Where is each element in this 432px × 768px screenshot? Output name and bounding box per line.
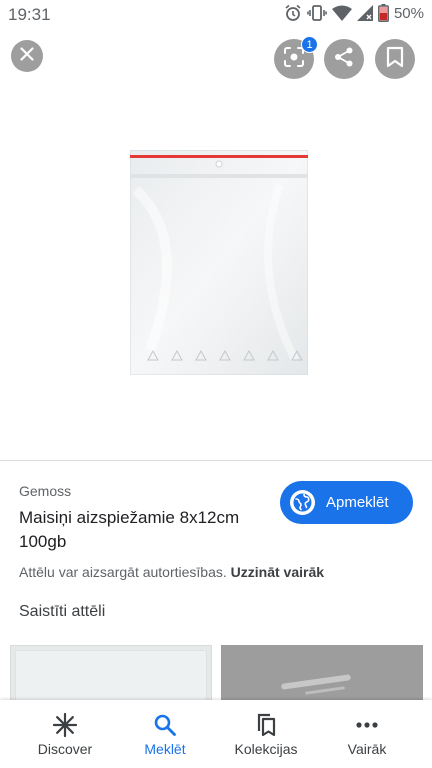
status-time: 19:31 bbox=[8, 5, 51, 24]
nav-more[interactable]: Vairāk bbox=[317, 700, 417, 768]
lens-badge: 1 bbox=[301, 36, 318, 53]
battery-percent: 50% bbox=[393, 4, 424, 22]
nav-collections[interactable]: Kolekcijas bbox=[216, 700, 316, 768]
save-button[interactable] bbox=[375, 39, 415, 79]
share-icon bbox=[333, 46, 355, 73]
close-icon bbox=[20, 46, 34, 66]
related-image-2[interactable] bbox=[221, 645, 423, 705]
product-image[interactable] bbox=[129, 149, 309, 376]
related-heading: Saistīti attēli bbox=[19, 603, 106, 620]
copyright-text: Attēlu var aizsargāt autortiesības. bbox=[19, 564, 227, 580]
close-button[interactable] bbox=[11, 40, 43, 72]
bookmark-icon bbox=[386, 46, 404, 73]
share-button[interactable] bbox=[324, 39, 364, 79]
battery-icon bbox=[378, 4, 389, 22]
visit-button[interactable]: Apmeklēt bbox=[280, 481, 413, 524]
related-image-2-highlight-2 bbox=[304, 686, 346, 695]
more-icon bbox=[355, 712, 379, 738]
source-site[interactable]: Gemoss bbox=[19, 483, 71, 499]
collections-icon bbox=[254, 712, 278, 738]
copyright-notice: Attēlu var aizsargāt autortiesības. Uzzi… bbox=[19, 564, 324, 580]
result-title[interactable]: Maisiņi aizspiežamie 8x12cm 100gb bbox=[19, 506, 269, 554]
status-icons: 50% bbox=[284, 4, 424, 22]
nav-discover[interactable]: Discover bbox=[15, 700, 115, 768]
lens-button[interactable]: 1 bbox=[274, 36, 318, 79]
related-image-1[interactable] bbox=[10, 645, 212, 705]
vibrate-icon bbox=[307, 4, 327, 22]
related-image-1-content bbox=[15, 650, 207, 704]
globe-icon bbox=[290, 490, 315, 515]
nav-more-label: Vairāk bbox=[347, 741, 387, 757]
nav-collections-label: Kolekcijas bbox=[234, 741, 298, 757]
nav-search[interactable]: Meklēt bbox=[115, 700, 215, 768]
divider bbox=[0, 460, 432, 461]
search-icon bbox=[153, 712, 177, 738]
bottom-nav: Discover Meklēt Kolekcijas Vairāk bbox=[0, 700, 432, 768]
learn-more-link[interactable]: Uzzināt vairāk bbox=[231, 564, 324, 580]
nav-search-label: Meklēt bbox=[144, 741, 186, 757]
wifi-icon bbox=[331, 5, 352, 21]
visit-label: Apmeklēt bbox=[326, 494, 389, 511]
signal-icon bbox=[356, 5, 373, 21]
status-bar: 19:31 50% bbox=[0, 0, 432, 30]
alarm-icon bbox=[284, 4, 302, 22]
nav-discover-label: Discover bbox=[37, 741, 93, 757]
asterisk-icon bbox=[53, 712, 77, 738]
